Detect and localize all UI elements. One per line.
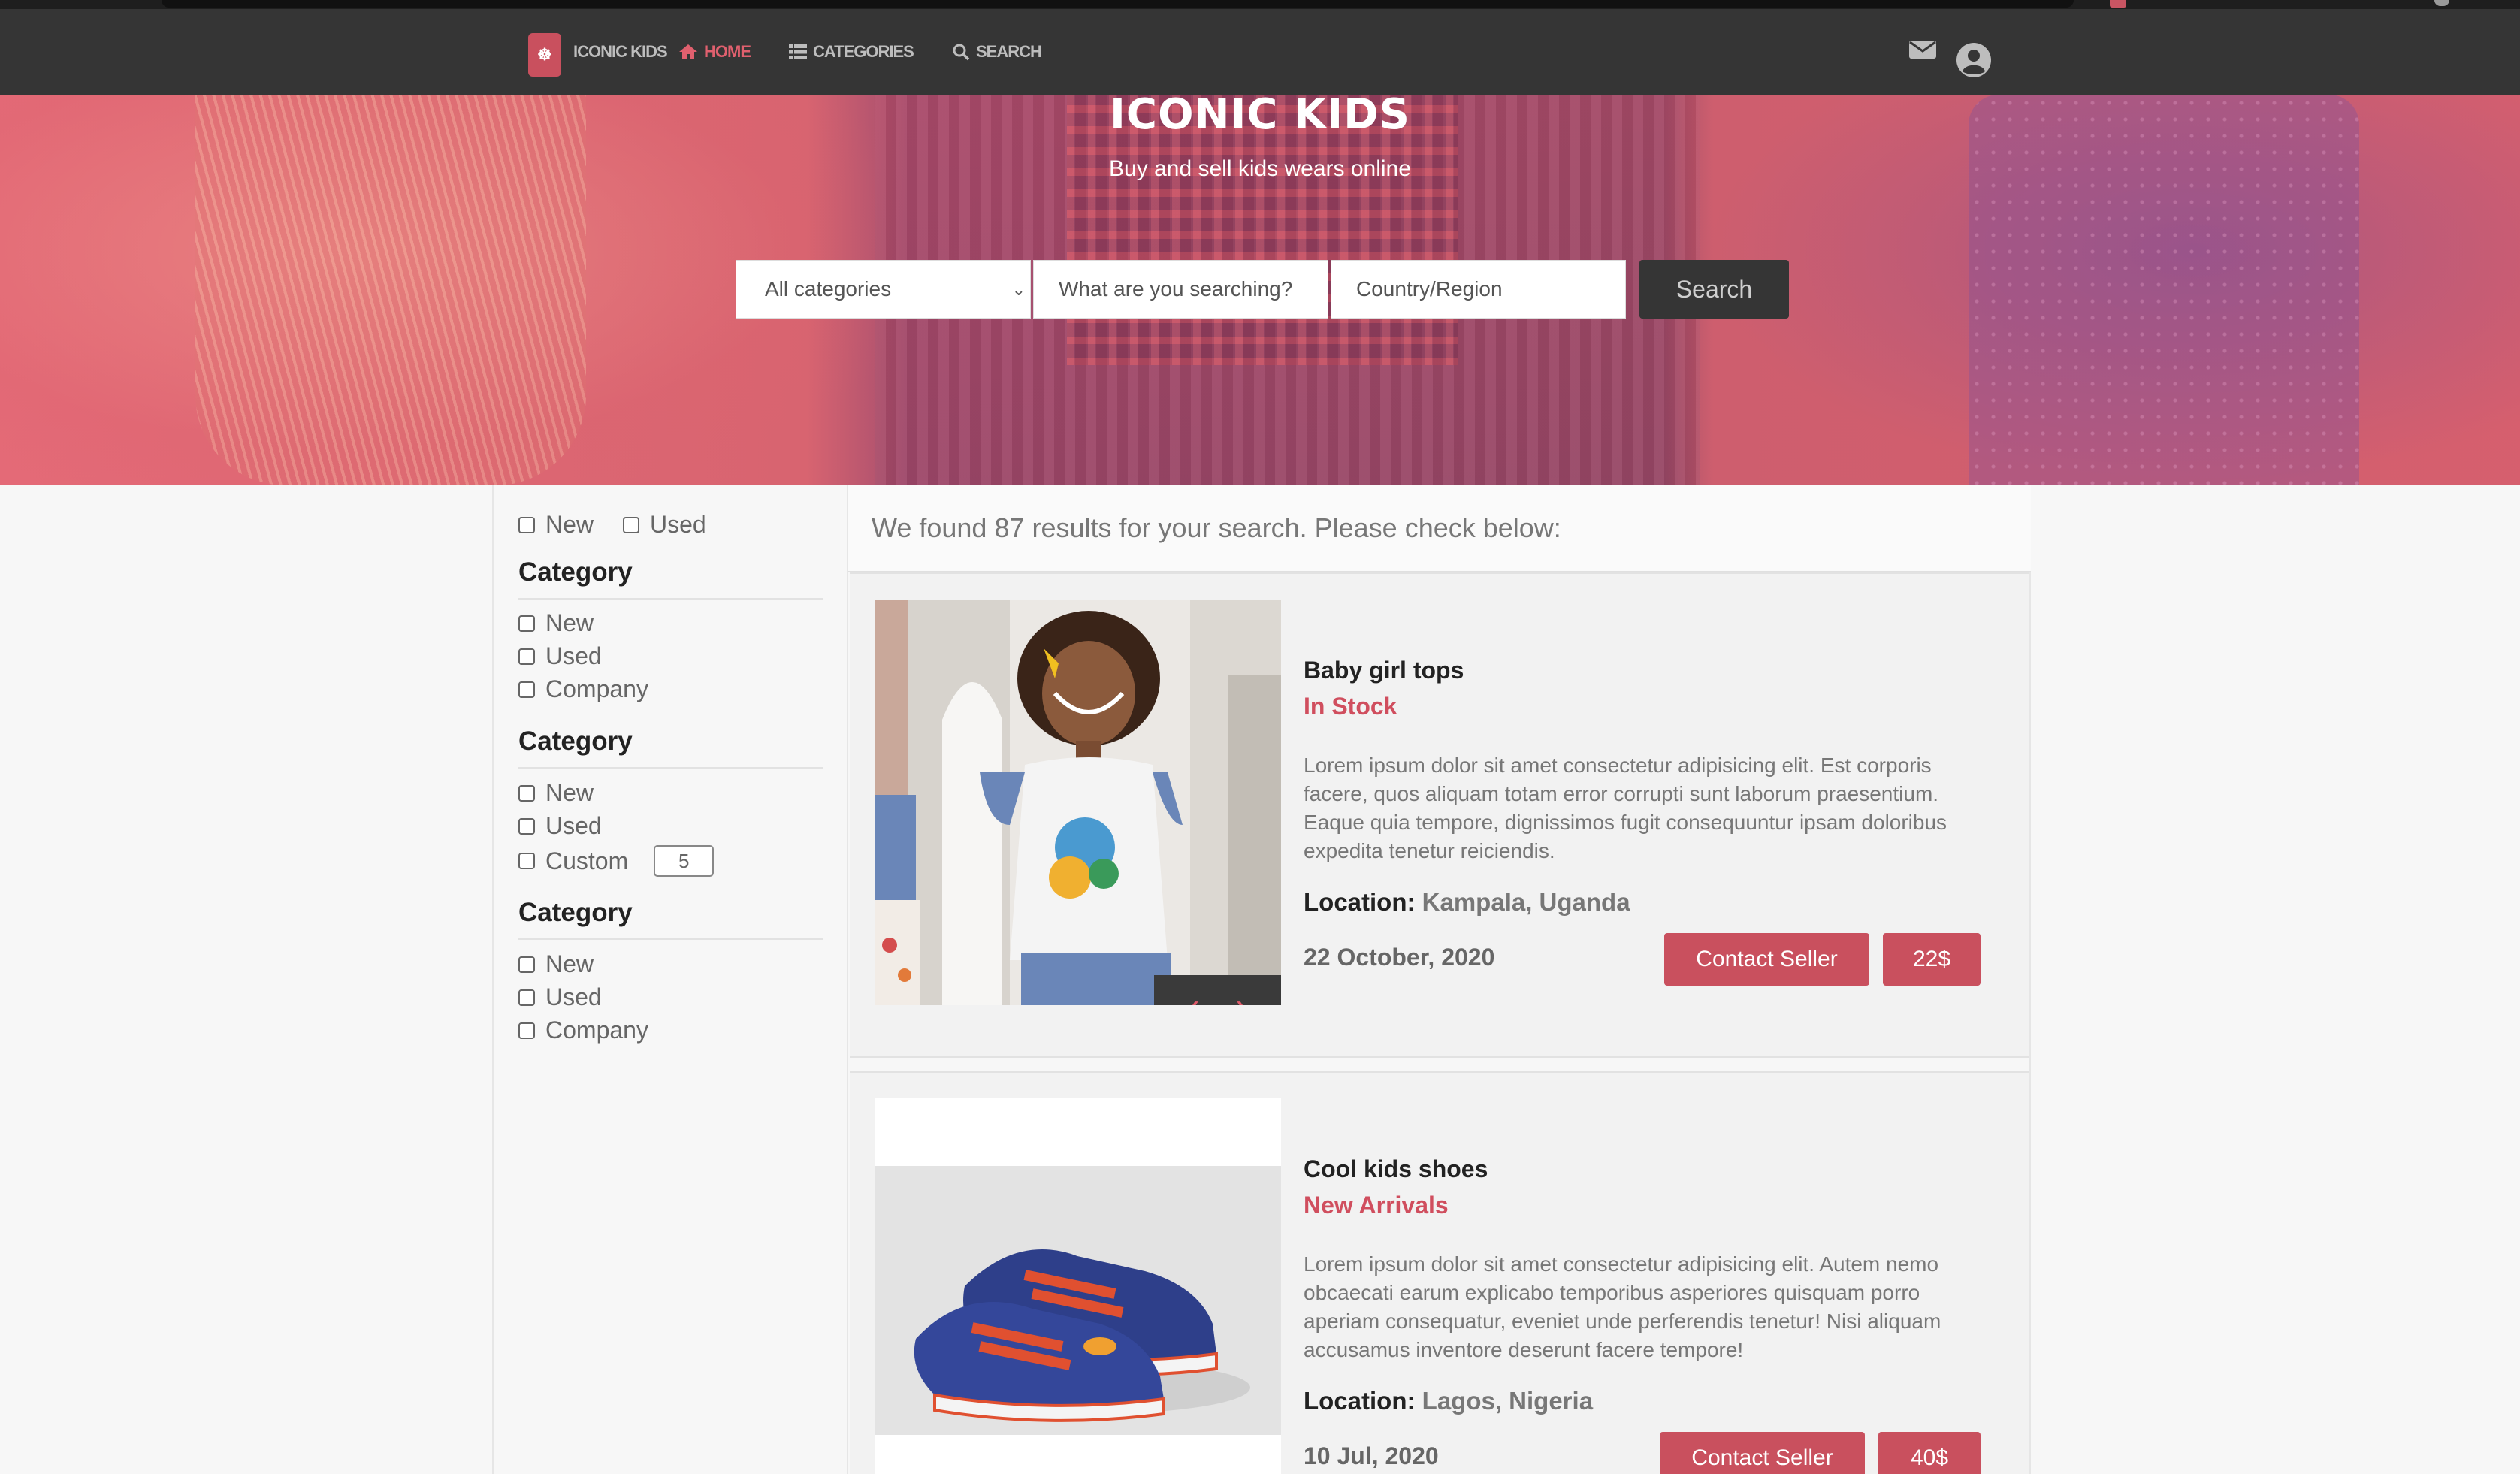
- filter-option[interactable]: Used: [518, 983, 602, 1011]
- checkbox[interactable]: [518, 989, 535, 1006]
- price-badge[interactable]: 22$: [1883, 933, 1981, 986]
- filter-option-label: Company: [545, 1016, 648, 1044]
- product-image[interactable]: ‹ ›: [875, 600, 1281, 1005]
- product-description: Lorem ipsum dolor sit amet consectetur a…: [1304, 754, 1947, 862]
- brand-label: ICONIC KIDS: [573, 42, 668, 61]
- filter-option[interactable]: New: [518, 950, 594, 978]
- window-control: [2434, 0, 2449, 6]
- logo-icon[interactable]: ☸: [528, 33, 561, 77]
- filter-option[interactable]: New: [518, 609, 594, 637]
- brand-link[interactable]: ICONIC KIDS: [573, 9, 668, 95]
- product-location: Location: Lagos, Nigeria: [1304, 1387, 1593, 1415]
- filter-option-label: Used: [545, 812, 602, 839]
- nav-search-label: SEARCH: [976, 42, 1042, 61]
- mail-icon[interactable]: [1909, 39, 1936, 60]
- filter-option-label: Company: [545, 675, 648, 702]
- checkbox[interactable]: [518, 648, 535, 665]
- nav-categories[interactable]: CATEGORIES: [789, 9, 914, 95]
- results-summary: We found 87 results for your search. Ple…: [848, 485, 2031, 572]
- category-select[interactable]: All categories ⌄: [736, 260, 1031, 319]
- custom-number-input[interactable]: 5: [654, 845, 715, 877]
- product-description: Lorem ipsum dolor sit amet consectetur a…: [1304, 1252, 1941, 1361]
- hero-shirt-shape: [195, 95, 586, 485]
- filter-condition-new[interactable]: New: [518, 511, 594, 539]
- filter-option[interactable]: Company: [518, 1016, 648, 1044]
- chevron-right-icon[interactable]: ›: [1236, 991, 1244, 1006]
- filter-option[interactable]: Custom 5: [518, 845, 715, 877]
- category-select-value: All categories: [765, 277, 892, 301]
- region-input-placeholder: Country/Region: [1356, 277, 1503, 301]
- checkbox[interactable]: [518, 681, 535, 698]
- chevron-down-icon: ⌄: [1011, 280, 1026, 299]
- address-bar-remnant: [162, 0, 2074, 8]
- product-image[interactable]: [875, 1098, 1281, 1474]
- top-navbar: ☸ ICONIC KIDS HOME CATEGORIES SEARCH: [0, 9, 2520, 95]
- hero-title: ICONIC KIDS: [1110, 90, 1410, 139]
- category-heading: Category: [518, 898, 823, 940]
- filter-option[interactable]: Used: [518, 642, 602, 670]
- product-location-value: Lagos, Nigeria: [1422, 1387, 1594, 1415]
- product-location-label: Location:: [1304, 1387, 1416, 1415]
- region-input[interactable]: Country/Region: [1331, 260, 1626, 319]
- product-card: Cool kids shoes New Arrivals Lorem ipsum…: [850, 1071, 2029, 1474]
- checkbox[interactable]: [518, 1022, 535, 1039]
- home-icon: [679, 44, 697, 59]
- filter-option[interactable]: Company: [518, 675, 648, 703]
- search-button[interactable]: Search: [1639, 260, 1789, 319]
- filter-option-label: Custom: [545, 847, 629, 874]
- checkbox[interactable]: [518, 516, 535, 533]
- checkbox[interactable]: [518, 853, 535, 869]
- search-icon: [953, 44, 970, 61]
- tab-indicator: [2110, 0, 2126, 8]
- filter-condition-new-label: New: [545, 511, 594, 538]
- category-heading: Category: [518, 557, 823, 600]
- browser-top-strip: [0, 0, 2520, 9]
- nav-search[interactable]: SEARCH: [952, 9, 1042, 95]
- checkbox[interactable]: [623, 516, 639, 533]
- filter-condition-used[interactable]: Used: [623, 511, 706, 539]
- hero-dress-shape: [1969, 95, 2359, 485]
- product-date: 10 Jul, 2020: [1304, 1442, 1439, 1469]
- checkbox[interactable]: [518, 784, 535, 802]
- filter-condition-used-label: Used: [650, 511, 706, 538]
- nav-categories-label: CATEGORIES: [813, 42, 914, 61]
- filter-option[interactable]: New: [518, 779, 594, 807]
- hero-subtitle: Buy and sell kids wears online: [1109, 156, 1411, 181]
- filter-option-label: Used: [545, 642, 602, 669]
- filter-option-label: New: [545, 779, 594, 806]
- contact-seller-button[interactable]: Contact Seller: [1664, 933, 1869, 986]
- checkbox[interactable]: [518, 956, 535, 973]
- list-icon: [789, 44, 807, 59]
- category-heading: Category: [518, 726, 823, 769]
- product-location: Location: Kampala, Uganda: [1304, 888, 1630, 917]
- chevron-left-icon[interactable]: ‹: [1191, 991, 1199, 1006]
- filter-option[interactable]: Used: [518, 812, 602, 840]
- contact-seller-button[interactable]: Contact Seller: [1660, 1432, 1865, 1474]
- nav-home-label: HOME: [704, 42, 751, 61]
- product-location-value: Kampala, Uganda: [1422, 888, 1630, 916]
- checkbox[interactable]: [518, 615, 535, 632]
- checkbox[interactable]: [518, 817, 535, 835]
- product-photo-girl: [875, 600, 1281, 1005]
- image-pager: ‹ ›: [1154, 975, 1281, 1005]
- nav-home[interactable]: HOME: [678, 9, 751, 95]
- product-title[interactable]: Baby girl tops: [1304, 657, 1464, 684]
- product-status: In Stock: [1304, 693, 1397, 720]
- filter-option-label: Used: [545, 983, 602, 1010]
- product-status: New Arrivals: [1304, 1192, 1449, 1219]
- product-card: ‹ › Baby girl tops In Stock Lorem ipsum …: [850, 572, 2029, 1058]
- product-photo-shoes: [875, 1098, 1281, 1474]
- search-input-placeholder: What are you searching?: [1059, 277, 1293, 301]
- filter-option-label: New: [545, 609, 594, 636]
- results-summary-text: We found 87 results for your search. Ple…: [872, 512, 1561, 543]
- product-date: 22 October, 2020: [1304, 944, 1495, 971]
- product-title[interactable]: Cool kids shoes: [1304, 1155, 1488, 1183]
- search-input[interactable]: What are you searching?: [1033, 260, 1328, 319]
- product-location-label: Location:: [1304, 888, 1416, 916]
- price-badge[interactable]: 40$: [1878, 1432, 1981, 1474]
- user-circle-icon[interactable]: [1956, 42, 1992, 78]
- filter-option-label: New: [545, 950, 594, 977]
